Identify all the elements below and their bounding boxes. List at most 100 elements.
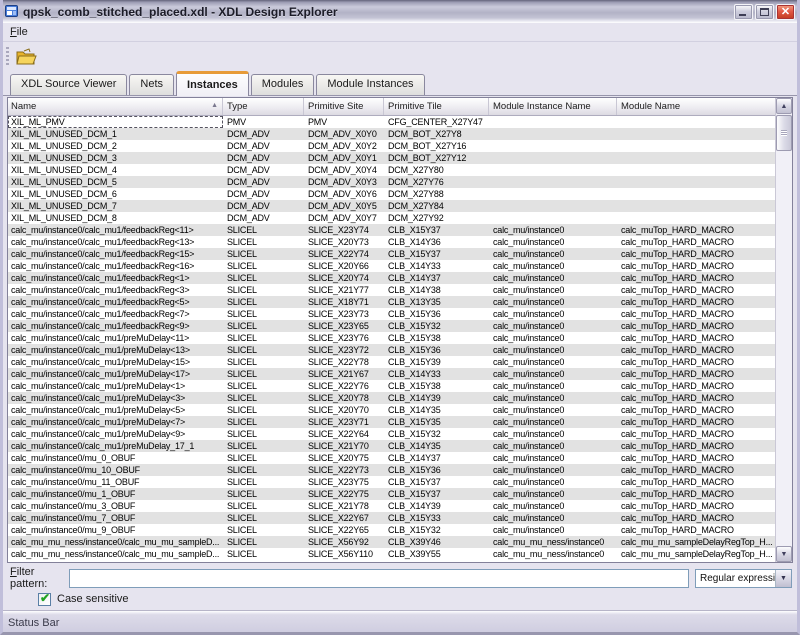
filter-mode-dropdown[interactable]: Regular expression ▼ xyxy=(695,569,792,588)
scrollbar-track[interactable] xyxy=(776,151,792,546)
table-row[interactable]: XIL_ML_UNUSED_DCM_7DCM_ADVDCM_ADV_X0Y5DC… xyxy=(8,200,775,212)
cell-primitive-tile: CLB_X14Y37 xyxy=(384,452,489,464)
cell-primitive-tile: CLB_X39Y46 xyxy=(384,536,489,548)
table-row[interactable]: calc_mu/instance0/calc_mu1/preMuDelay<5>… xyxy=(8,404,775,416)
cell-type: SLICEL xyxy=(223,500,304,512)
table-row[interactable]: calc_mu/instance0/calc_mu1/preMuDelay<9>… xyxy=(8,428,775,440)
status-bar: Status Bar xyxy=(0,610,800,635)
table-row[interactable]: calc_mu/instance0/calc_mu1/feedbackReg<1… xyxy=(8,272,775,284)
cell-name: XIL_ML_UNUSED_DCM_3 xyxy=(8,152,223,164)
table-row[interactable]: calc_mu_mu_ness/instance0/calc_mu_mu_sam… xyxy=(8,548,775,560)
cell-module-instance-name: calc_mu/instance0 xyxy=(489,392,617,404)
table-row[interactable]: calc_mu/instance0/mu_3_OBUFSLICELSLICE_X… xyxy=(8,500,775,512)
cell-primitive-site: SLICE_X23Y75 xyxy=(304,476,384,488)
table-row[interactable]: XIL_ML_UNUSED_DCM_8DCM_ADVDCM_ADV_X0Y7DC… xyxy=(8,212,775,224)
filter-pattern-input[interactable] xyxy=(69,569,689,588)
table-row[interactable]: calc_mu/instance0/calc_mu1/preMuDelay<1>… xyxy=(8,380,775,392)
cell-type: SLICEL xyxy=(223,344,304,356)
table-row[interactable]: XIL_ML_UNUSED_DCM_4DCM_ADVDCM_ADV_X0Y4DC… xyxy=(8,164,775,176)
table-header: Name ▲ Type Primitive Site Primitive Til… xyxy=(8,98,775,116)
minimize-button[interactable] xyxy=(734,4,753,20)
column-header-type[interactable]: Type xyxy=(223,98,304,115)
cell-type: SLICEL xyxy=(223,356,304,368)
table-row[interactable]: calc_mu_mu_ness/instance0/calc_mu_mu_sam… xyxy=(8,536,775,548)
cell-name: calc_mu/instance0/calc_mu1/feedbackReg<1… xyxy=(8,224,223,236)
column-header-module-instance-name[interactable]: Module Instance Name xyxy=(489,98,617,115)
vertical-scrollbar[interactable]: ▲ ▼ xyxy=(775,98,792,562)
scrollbar-thumb[interactable] xyxy=(776,115,792,151)
table-row[interactable]: calc_mu/instance0/mu_9_OBUFSLICELSLICE_X… xyxy=(8,524,775,536)
tab-nets[interactable]: Nets xyxy=(129,74,174,95)
open-file-button[interactable] xyxy=(13,45,39,69)
tab-module-instances[interactable]: Module Instances xyxy=(316,74,424,95)
table-row[interactable]: calc_mu/instance0/calc_mu1/feedbackReg<1… xyxy=(8,248,775,260)
cell-module-name xyxy=(617,152,775,164)
scroll-down-button[interactable]: ▼ xyxy=(776,546,792,562)
table-row[interactable]: calc_mu/instance0/calc_mu1/preMuDelay<11… xyxy=(8,332,775,344)
table-row[interactable]: calc_mu/instance0/calc_mu1/feedbackReg<1… xyxy=(8,260,775,272)
cell-primitive-tile: CLB_X15Y37 xyxy=(384,248,489,260)
close-button[interactable]: ✕ xyxy=(776,4,795,20)
table-row[interactable]: calc_mu/instance0/calc_mu1/feedbackReg<9… xyxy=(8,320,775,332)
cell-name: calc_mu/instance0/mu_0_OBUF xyxy=(8,452,223,464)
cell-primitive-site: SLICE_X20Y78 xyxy=(304,392,384,404)
table-row[interactable]: XIL_ML_UNUSED_DCM_5DCM_ADVDCM_ADV_X0Y3DC… xyxy=(8,176,775,188)
table-row[interactable]: XIL_ML_UNUSED_DCM_3DCM_ADVDCM_ADV_X0Y1DC… xyxy=(8,152,775,164)
table-row[interactable]: calc_mu/instance0/calc_mu1/feedbackReg<5… xyxy=(8,296,775,308)
cell-primitive-tile: CLB_X15Y32 xyxy=(384,428,489,440)
cell-type: SLICEL xyxy=(223,260,304,272)
table-row[interactable]: calc_mu/instance0/mu_0_OBUFSLICELSLICE_X… xyxy=(8,452,775,464)
case-sensitive-checkbox[interactable]: ✔ xyxy=(38,593,51,606)
cell-module-name: calc_muTop_HARD_MACRO xyxy=(617,308,775,320)
chevron-down-icon[interactable]: ▼ xyxy=(775,570,791,587)
tab-modules[interactable]: Modules xyxy=(251,74,315,95)
column-header-primitive-tile[interactable]: Primitive Tile xyxy=(384,98,489,115)
table-row[interactable]: calc_mu/instance0/calc_mu1/preMuDelay<13… xyxy=(8,344,775,356)
table-row[interactable]: calc_mu/instance0/mu_11_OBUFSLICELSLICE_… xyxy=(8,476,775,488)
tab-instances[interactable]: Instances xyxy=(176,71,249,96)
tab-bar: XDL Source ViewerNetsInstancesModulesMod… xyxy=(3,70,797,96)
cell-primitive-site: SLICE_X22Y75 xyxy=(304,488,384,500)
table-row[interactable]: calc_mu/instance0/calc_mu1/feedbackReg<3… xyxy=(8,284,775,296)
cell-primitive-tile: CLB_X15Y36 xyxy=(384,344,489,356)
cell-name: calc_mu/instance0/calc_mu1/preMuDelay<9> xyxy=(8,428,223,440)
cell-type: SLICEL xyxy=(223,272,304,284)
table-row[interactable]: calc_mu/instance0/calc_mu1/preMuDelay<7>… xyxy=(8,416,775,428)
tab-xdl-source-viewer[interactable]: XDL Source Viewer xyxy=(10,74,127,95)
cell-type: SLICEL xyxy=(223,320,304,332)
cell-primitive-site: SLICE_X23Y73 xyxy=(304,308,384,320)
cell-module-instance-name: calc_mu/instance0 xyxy=(489,464,617,476)
sort-ascending-icon: ▲ xyxy=(211,102,218,109)
table-row[interactable]: XIL_ML_UNUSED_DCM_6DCM_ADVDCM_ADV_X0Y6DC… xyxy=(8,188,775,200)
column-header-primitive-site[interactable]: Primitive Site xyxy=(304,98,384,115)
cell-primitive-tile: CLB_X15Y32 xyxy=(384,320,489,332)
cell-primitive-site: SLICE_X21Y77 xyxy=(304,284,384,296)
menu-file[interactable]: File xyxy=(3,24,35,40)
table-row[interactable]: calc_mu/instance0/calc_mu1/preMuDelay<17… xyxy=(8,368,775,380)
table-row[interactable]: calc_mu/instance0/calc_mu1/preMuDelay_17… xyxy=(8,440,775,452)
table-row[interactable]: calc_mu/instance0/mu_7_OBUFSLICELSLICE_X… xyxy=(8,512,775,524)
table-row[interactable]: calc_mu/instance0/calc_mu1/feedbackReg<7… xyxy=(8,308,775,320)
table-row[interactable]: calc_mu/instance0/calc_mu1/preMuDelay<15… xyxy=(8,356,775,368)
scroll-up-button[interactable]: ▲ xyxy=(776,98,792,114)
cell-primitive-site: SLICE_X22Y78 xyxy=(304,356,384,368)
table-row[interactable]: XIL_ML_PMVPMVPMVCFG_CENTER_X27Y47 xyxy=(8,116,775,128)
table-row[interactable]: calc_mu/instance0/calc_mu1/preMuDelay<3>… xyxy=(8,392,775,404)
cell-primitive-site: SLICE_X20Y74 xyxy=(304,272,384,284)
maximize-button[interactable] xyxy=(755,4,774,20)
table-row[interactable]: calc_mu/instance0/mu_1_OBUFSLICELSLICE_X… xyxy=(8,488,775,500)
cell-type: SLICEL xyxy=(223,392,304,404)
column-header-name[interactable]: Name ▲ xyxy=(8,98,223,115)
table-row[interactable]: calc_mu/instance0/mu_10_OBUFSLICELSLICE_… xyxy=(8,464,775,476)
cell-module-name: calc_muTop_HARD_MACRO xyxy=(617,476,775,488)
cell-type: DCM_ADV xyxy=(223,164,304,176)
cell-name: calc_mu/instance0/calc_mu1/feedbackReg<1… xyxy=(8,236,223,248)
table-row[interactable]: calc_mu/instance0/calc_mu1/feedbackReg<1… xyxy=(8,224,775,236)
cell-module-instance-name: calc_mu/instance0 xyxy=(489,248,617,260)
title-bar[interactable]: qpsk_comb_stitched_placed.xdl - XDL Desi… xyxy=(0,0,800,23)
table-row[interactable]: XIL_ML_UNUSED_DCM_1DCM_ADVDCM_ADV_X0Y0DC… xyxy=(8,128,775,140)
column-header-module-name[interactable]: Module Name xyxy=(617,98,775,115)
table-row[interactable]: calc_mu/instance0/calc_mu1/feedbackReg<1… xyxy=(8,236,775,248)
cell-primitive-tile: CLB_X39Y55 xyxy=(384,548,489,560)
table-row[interactable]: XIL_ML_UNUSED_DCM_2DCM_ADVDCM_ADV_X0Y2DC… xyxy=(8,140,775,152)
